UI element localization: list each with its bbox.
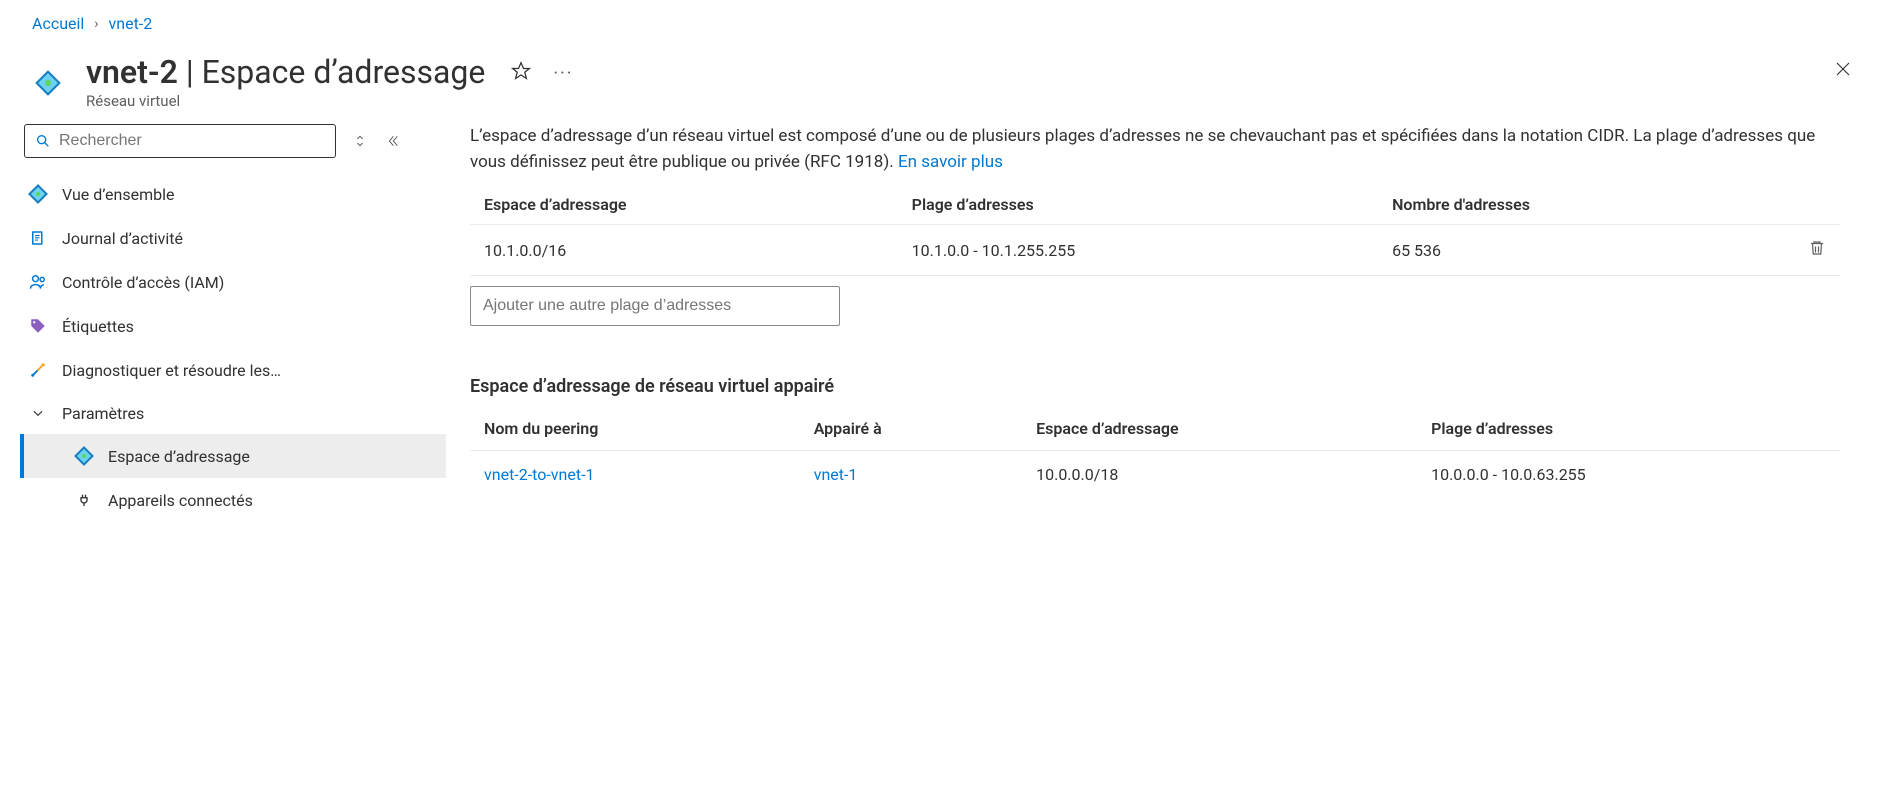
search-input[interactable]: [59, 132, 325, 150]
table-row: 10.1.0.0/16 10.1.0.0 - 10.1.255.255 65 5…: [470, 225, 1840, 276]
cell-address: 10.1.0.0/16: [470, 225, 898, 276]
tag-icon: [28, 316, 48, 336]
breadcrumb-current[interactable]: vnet-2: [109, 14, 153, 33]
sidebar-item-label: Contrôle d’accès (IAM): [62, 273, 224, 292]
vnet-icon: [28, 184, 48, 204]
tools-icon: [28, 360, 48, 380]
table-header-address: Espace d’adressage: [470, 185, 898, 225]
sidebar-item-label: Diagnostiquer et résoudre les…: [62, 361, 281, 380]
expand-icon[interactable]: [352, 133, 368, 149]
sidebar-item-activity-log[interactable]: Journal d’activité: [20, 216, 446, 260]
sidebar-item-overview[interactable]: Vue d’ensemble: [20, 172, 446, 216]
vnet-icon: [74, 446, 94, 466]
search-icon: [35, 133, 51, 149]
sidebar-item-diagnose[interactable]: Diagnostiquer et résoudre les…: [20, 348, 446, 392]
main-content: L’espace d’adressage d’un réseau virtuel…: [450, 120, 1850, 518]
cell-range: 10.1.0.0 - 10.1.255.255: [898, 225, 1378, 276]
collapse-sidebar-icon[interactable]: [384, 133, 400, 149]
chevron-down-icon: [28, 403, 48, 423]
learn-more-link[interactable]: En savoir plus: [898, 152, 1003, 172]
table-header-peering-name: Nom du peering: [470, 407, 800, 451]
people-icon: [28, 272, 48, 292]
sidebar-item-connected-devices[interactable]: Appareils connectés: [20, 478, 446, 522]
cell-peer-address: 10.0.0.0/18: [1022, 451, 1417, 499]
delete-row-button[interactable]: [1808, 242, 1826, 261]
table-header-peer-address: Espace d’adressage: [1022, 407, 1417, 451]
sidebar-item-tags[interactable]: Étiquettes: [20, 304, 446, 348]
table-header-peer-range: Plage d’adresses: [1417, 407, 1840, 451]
table-header-count: Nombre d'adresses: [1378, 185, 1794, 225]
sidebar-group-label: Paramètres: [62, 404, 144, 423]
peering-name-link[interactable]: vnet-2-to-vnet-1: [484, 465, 594, 484]
sidebar-item-label: Vue d’ensemble: [62, 185, 174, 204]
sidebar-item-address-space[interactable]: Espace d’adressage: [20, 434, 446, 478]
peered-section-title: Espace d’adressage de réseau virtuel app…: [470, 376, 1840, 397]
log-icon: [28, 228, 48, 248]
cell-count: 65 536: [1378, 225, 1794, 276]
page-title: vnet-2 | Espace d’adressage: [86, 55, 485, 90]
sidebar-item-label: Appareils connectés: [108, 491, 253, 510]
sidebar-item-label: Étiquettes: [62, 317, 134, 336]
close-button[interactable]: [1824, 55, 1862, 87]
vnet-icon: [26, 61, 70, 105]
sidebar-group-settings[interactable]: Paramètres: [20, 392, 446, 434]
sidebar-item-iam[interactable]: Contrôle d’accès (IAM): [20, 260, 446, 304]
page-subtitle: Réseau virtuel: [86, 92, 485, 110]
sidebar-item-label: Espace d’adressage: [108, 447, 250, 466]
description-text: L’espace d’adressage d’un réseau virtuel…: [470, 124, 1840, 179]
table-header-range: Plage d’adresses: [898, 185, 1378, 225]
sidebar-item-label: Journal d’activité: [62, 229, 183, 248]
peered-table: Nom du peering Appairé à Espace d’adress…: [470, 407, 1840, 498]
breadcrumb: Accueil › vnet-2: [20, 0, 1868, 37]
favorite-button[interactable]: [511, 61, 531, 85]
address-space-table: Espace d’adressage Plage d’adresses Nomb…: [470, 185, 1840, 276]
chevron-right-icon: ›: [94, 16, 98, 32]
cell-peer-range: 10.0.0.0 - 10.0.63.255: [1417, 451, 1840, 499]
table-row: vnet-2-to-vnet-1 vnet-1 10.0.0.0/18 10.0…: [470, 451, 1840, 499]
page-header: vnet-2 | Espace d’adressage Réseau virtu…: [20, 37, 1868, 120]
sidebar: Vue d’ensemble Journal d’activité Contrô…: [20, 120, 450, 522]
table-header-peered-to: Appairé à: [800, 407, 1022, 451]
search-input-wrapper[interactable]: [24, 124, 336, 158]
breadcrumb-home[interactable]: Accueil: [32, 14, 84, 33]
plug-icon: [74, 490, 94, 510]
add-address-range-input[interactable]: [470, 286, 840, 326]
more-button[interactable]: ···: [553, 63, 573, 84]
peered-to-link[interactable]: vnet-1: [814, 465, 858, 484]
